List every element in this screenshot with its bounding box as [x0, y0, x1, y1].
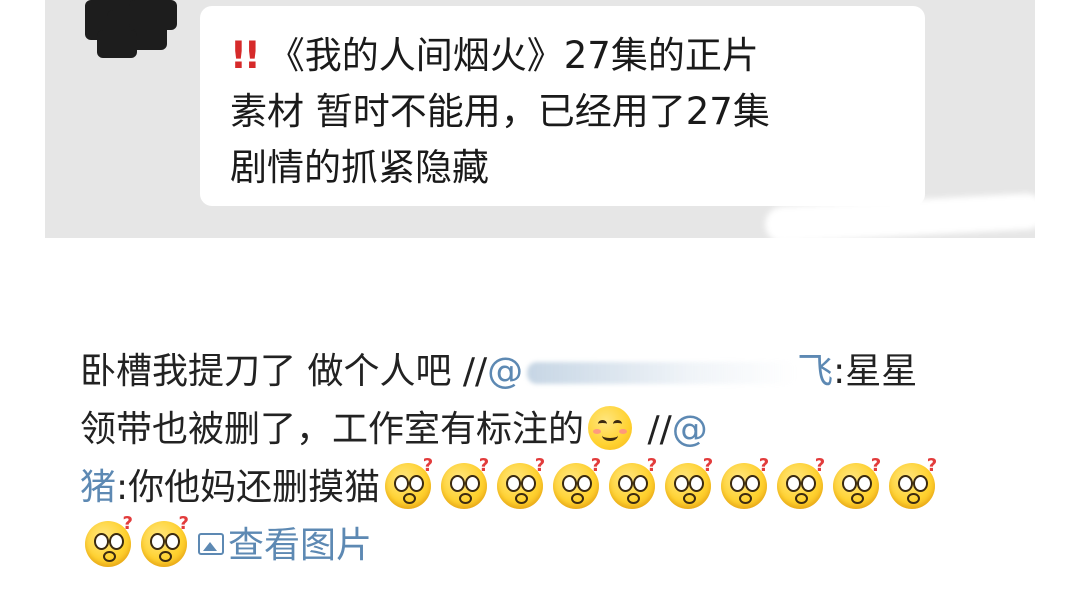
post-text-1b: :星星	[833, 351, 918, 392]
message-line-3: 剧情的抓紧隐藏	[230, 146, 489, 189]
post-text-3: :你他妈还删摸猫	[116, 467, 381, 508]
repost-content: 卧槽我提刀了 做个人吧 //@ 飞:星星 领带也被删了，工作室有标注的 //@ 猪…	[80, 343, 1010, 575]
view-image-label: 查看图片	[228, 525, 373, 566]
confused-emoji-icon: ?	[85, 515, 133, 567]
chat-screenshot: !! 《我的人间烟火》27集的正片 素材 暂时不能用，已经用了27集 剧情的抓紧隐…	[45, 0, 1046, 244]
confused-emoji-icon: ?	[441, 457, 489, 509]
message-line-2: 素材 暂时不能用，已经用了27集	[230, 90, 770, 133]
confused-emoji-icon: ?	[777, 457, 825, 509]
message-bubble: !! 《我的人间烟火》27集的正片 素材 暂时不能用，已经用了27集 剧情的抓紧隐…	[200, 6, 925, 206]
message-text: !! 《我的人间烟火》27集的正片 素材 暂时不能用，已经用了27集 剧情的抓紧隐…	[230, 28, 920, 196]
mention-link-1[interactable]: @ 飞	[487, 351, 833, 392]
post-line-4: ?? 查看图片	[80, 515, 1010, 575]
confused-emoji-icon: ?	[497, 457, 545, 509]
confused-emoji-icon: ?	[721, 457, 769, 509]
post-text-2: 领带也被删了，工作室有标注的	[80, 409, 585, 450]
mention-link-2[interactable]: @	[672, 409, 708, 450]
confused-emoji-icon: ?	[141, 515, 189, 567]
message-line-1: 《我的人间烟火》27集的正片	[267, 34, 759, 77]
mention-link-2-tail[interactable]: 猪	[80, 467, 116, 508]
confused-emoji-icon: ?	[889, 457, 937, 509]
view-image-link[interactable]: 查看图片	[198, 525, 372, 566]
confused-emoji-icon: ?	[609, 457, 657, 509]
picture-icon	[198, 533, 224, 555]
confused-emoji-icon: ?	[833, 457, 881, 509]
double-exclamation-icon: !!	[230, 34, 261, 77]
post-separator: //	[636, 409, 672, 450]
avatar	[67, 0, 177, 60]
post-line-3: 猪:你他妈还删摸猫??????????	[80, 457, 1010, 517]
confused-emoji-icon: ?	[385, 457, 433, 509]
post-line-2: 领带也被删了，工作室有标注的 //@	[80, 401, 1010, 459]
confused-emoji-icon: ?	[665, 457, 713, 509]
post-text-1: 卧槽我提刀了 做个人吧 //	[80, 351, 488, 392]
confused-emoji-icon: ?	[553, 457, 601, 509]
post-line-1: 卧槽我提刀了 做个人吧 //@ 飞:星星	[80, 343, 1010, 401]
smile-emoji-icon	[588, 406, 633, 450]
